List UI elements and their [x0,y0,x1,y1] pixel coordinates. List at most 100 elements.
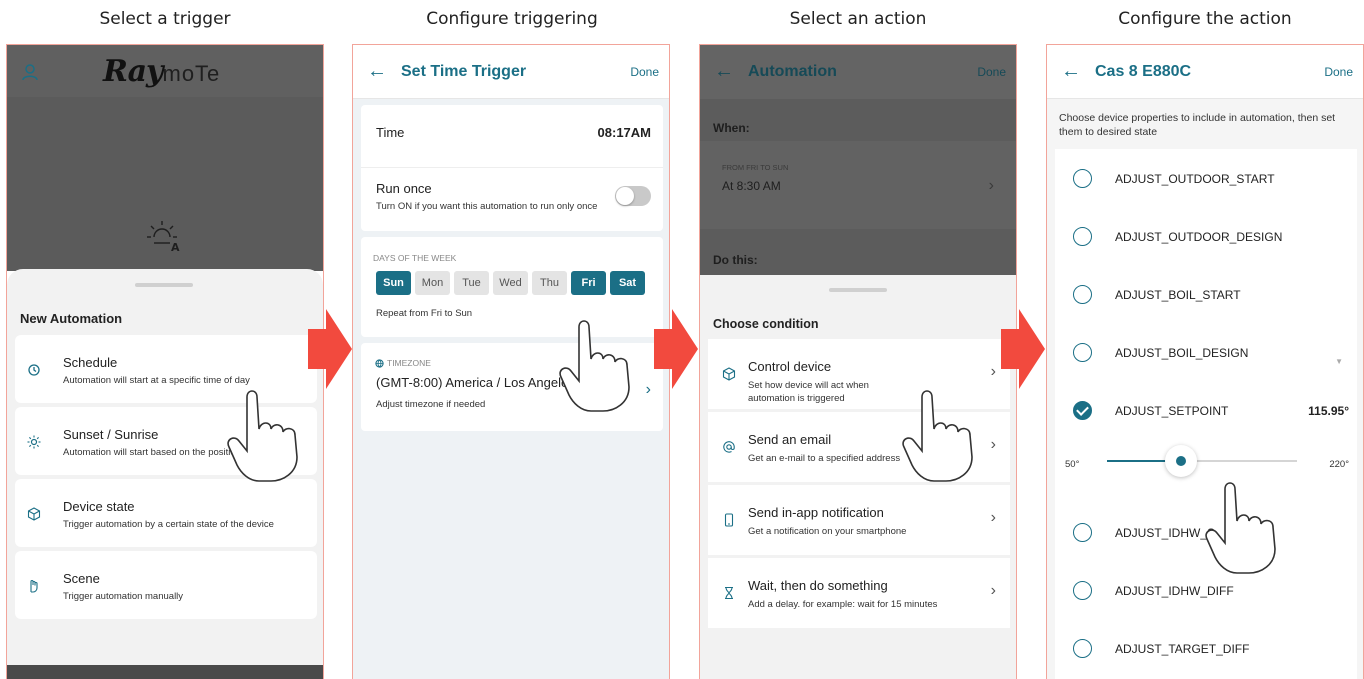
done-button[interactable]: Done [630,65,659,79]
sun-auto-icon: A [147,221,180,253]
day-tue[interactable]: Tue [454,271,489,295]
property-label: ADJUST_IDHW_DIFF [1115,584,1234,598]
step-title-4: Configure the action [1118,9,1292,29]
day-mon[interactable]: Mon [415,271,450,295]
property-radio[interactable] [1073,523,1092,542]
chevron-right-icon: › [990,509,996,526]
run-once-label: Run once [376,181,432,196]
hand-icon [30,579,38,593]
app-header: ← Cas 8 E880C Done [1047,45,1363,99]
bottom-nav-bar[interactable] [7,665,323,679]
day-wed[interactable]: Wed [493,271,528,295]
option-device-state[interactable]: Device state Trigger automation by a cer… [15,479,317,547]
option-scene[interactable]: Scene Trigger automation manually [15,551,317,619]
sheet-grab-handle[interactable] [135,283,193,287]
time-label: Time [376,125,405,140]
property-label: ADJUST_TARGET_DIFF [1115,642,1250,656]
cube-icon [27,507,41,521]
back-arrow-icon[interactable]: ← [367,60,387,83]
next-step-arrow [654,309,698,389]
svg-text:A: A [171,241,180,253]
days-heading: DAYS OF THE WEEK [373,253,457,263]
property-radio[interactable] [1073,227,1092,246]
option-desc: Trigger automation manually [63,591,184,602]
done-button[interactable]: Done [1324,65,1353,79]
property-radio[interactable] [1073,285,1092,304]
globe-icon [375,359,384,368]
chevron-right-icon: › [645,381,651,398]
dropdown-indicator-icon: ▼ [1335,357,1343,366]
option-desc: Trigger automation by a certain state of… [63,519,274,530]
option-send-notification[interactable]: Send in-app notification Get a notificat… [708,485,1010,555]
divider [361,167,663,168]
chevron-right-icon: › [990,582,996,599]
property-checkbox-checked[interactable] [1073,401,1092,420]
phone-configure-action: ← Cas 8 E880C Done Choose device propert… [1046,44,1364,679]
day-sun[interactable]: Sun [376,271,411,295]
run-once-toggle[interactable] [615,186,651,206]
back-arrow-icon[interactable]: ← [1061,60,1081,83]
slider-min-label: 50° [1065,459,1080,470]
option-desc: Set how device will act when automation i… [748,380,869,404]
back-arrow-icon[interactable]: ← [714,60,734,83]
step-title-1: Select a trigger [99,9,231,29]
option-desc: Automation will start based on the posit… [63,447,241,458]
raymote-logo: RaymoTe [103,54,221,89]
timezone-value: (GMT-8:00) America / Los Angeles [376,375,575,390]
property-radio[interactable] [1073,581,1092,600]
chevron-right-icon: › [990,363,996,380]
user-icon[interactable] [21,63,39,81]
setpoint-value: 115.95° [1308,404,1349,418]
property-label: ADJUST_BOIL_START [1115,288,1241,302]
sheet-grab-handle[interactable] [829,288,887,292]
when-range: FROM FRI TO SUN [722,163,789,172]
option-wait[interactable]: Wait, then do something Add a delay. for… [708,558,1010,628]
tutorial-figure: Select a trigger Configure triggering Se… [0,0,1364,679]
sheet-title: Choose condition [713,317,819,331]
timezone-heading: TIMEZONE [387,358,431,368]
option-label: Device state [63,499,135,514]
property-label: ADJUST_OUTDOOR_DESIGN [1115,230,1283,244]
day-fri[interactable]: Fri [571,271,606,295]
property-radio[interactable] [1073,639,1092,658]
day-thu[interactable]: Thu [532,271,567,295]
page-title: Automation [748,63,837,80]
tap-hand-icon [227,390,298,482]
phone-icon [724,513,734,527]
toggle-knob [616,187,634,205]
chevron-right-icon: › [990,436,996,453]
phone-configure-trigger: ← Set Time Trigger Done Time 08:17AM Run… [352,44,670,679]
phone-select-trigger: RaymoTe A New Automation Schedule Automa… [6,44,324,679]
property-radio[interactable] [1073,343,1092,362]
day-sat[interactable]: Sat [610,271,645,295]
setpoint-slider[interactable] [1107,445,1297,477]
when-card[interactable]: FROM FRI TO SUN At 8:30 AM › [700,141,1016,229]
option-label: Schedule [63,355,118,370]
property-list: ADJUST_OUTDOOR_START ADJUST_OUTDOOR_DESI… [1055,149,1357,679]
tap-hand-icon [902,390,973,482]
app-header: RaymoTe [7,45,323,97]
option-label: Send an email [748,432,832,447]
property-label: ADJUST_OUTDOOR_START [1115,172,1275,186]
sheet-title: New Automation [20,311,123,326]
chevron-right-icon: › [988,177,994,194]
option-desc: Automation will start at a specific time… [63,375,250,386]
next-step-arrow [308,309,352,389]
option-desc: Get a notification on your smartphone [748,526,907,537]
do-this-label: Do this: [713,253,758,267]
when-label: When: [713,121,750,135]
clock-icon [28,364,40,376]
option-label: Send in-app notification [748,505,884,520]
option-desc: Get an e-mail to a specified address [748,453,901,464]
page-title: Cas 8 E880C [1095,63,1192,80]
done-button[interactable]: Done [977,65,1006,79]
step-title-3: Select an action [789,9,927,29]
property-radio[interactable] [1073,169,1092,188]
option-label: Scene [63,571,100,586]
instructions-text: Choose device properties to include in a… [1059,112,1336,138]
at-icon [723,441,735,453]
time-value[interactable]: 08:17AM [598,125,651,140]
slider-handle[interactable] [1165,445,1197,477]
run-once-desc: Turn ON if you want this automation to r… [376,201,598,212]
when-time: At 8:30 AM [722,179,781,193]
